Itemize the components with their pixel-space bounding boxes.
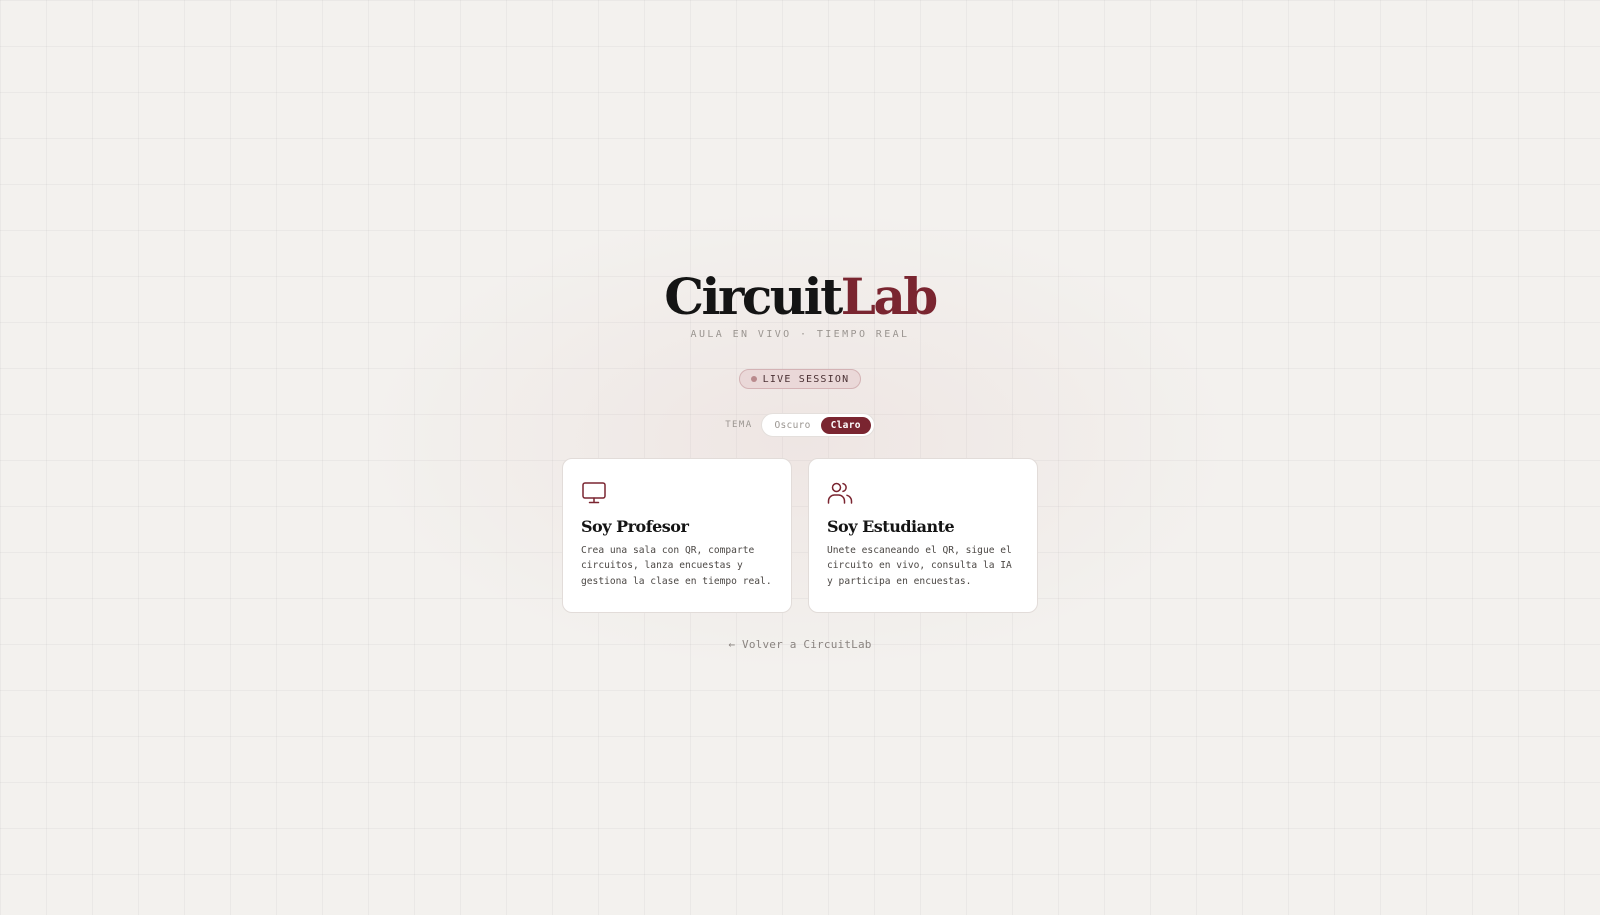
role-title-teacher: Soy Profesor — [581, 517, 689, 536]
role-card-student[interactable]: Soy Estudiante Unete escaneando el QR, s… — [808, 458, 1038, 613]
brand-tagline: AULA EN VIVO · TIEMPO REAL — [690, 329, 910, 340]
back-link-row: ← Volver a CircuitLab — [0, 638, 1600, 651]
role-card-teacher[interactable]: Soy Profesor Crea una sala con QR, compa… — [562, 458, 792, 613]
live-session-label: LIVE SESSION — [762, 373, 850, 385]
theme-label: TEMA — [725, 420, 753, 430]
brand-name-accent: Lab — [840, 267, 939, 326]
live-badge-row: LIVE SESSION — [0, 367, 1600, 389]
theme-option-light[interactable]: Claro — [820, 416, 871, 434]
theme-toggle: Oscuro Claro — [760, 413, 875, 437]
theme-option-dark[interactable]: Oscuro — [765, 417, 821, 434]
role-description-teacher: Crea una sala con QR, comparte circuitos… — [581, 545, 772, 587]
role-description-student: Unete escaneando el QR, sigue el circuit… — [827, 545, 1012, 587]
live-session-badge: LIVE SESSION — [738, 369, 862, 389]
role-title-student: Soy Estudiante — [827, 517, 955, 536]
dot-icon — [750, 376, 757, 382]
monitor-icon — [582, 482, 606, 504]
back-link-label: Volver a CircuitLab — [742, 638, 872, 651]
back-link[interactable]: ← Volver a CircuitLab — [728, 638, 871, 651]
brand-logo: CircuitLab — [0, 264, 1600, 330]
brand-name-primary: Circuit — [664, 267, 843, 326]
users-icon — [827, 482, 853, 504]
theme-switcher: TEMA Oscuro Claro — [0, 413, 1600, 437]
arrow-left-icon: ← — [728, 638, 736, 651]
